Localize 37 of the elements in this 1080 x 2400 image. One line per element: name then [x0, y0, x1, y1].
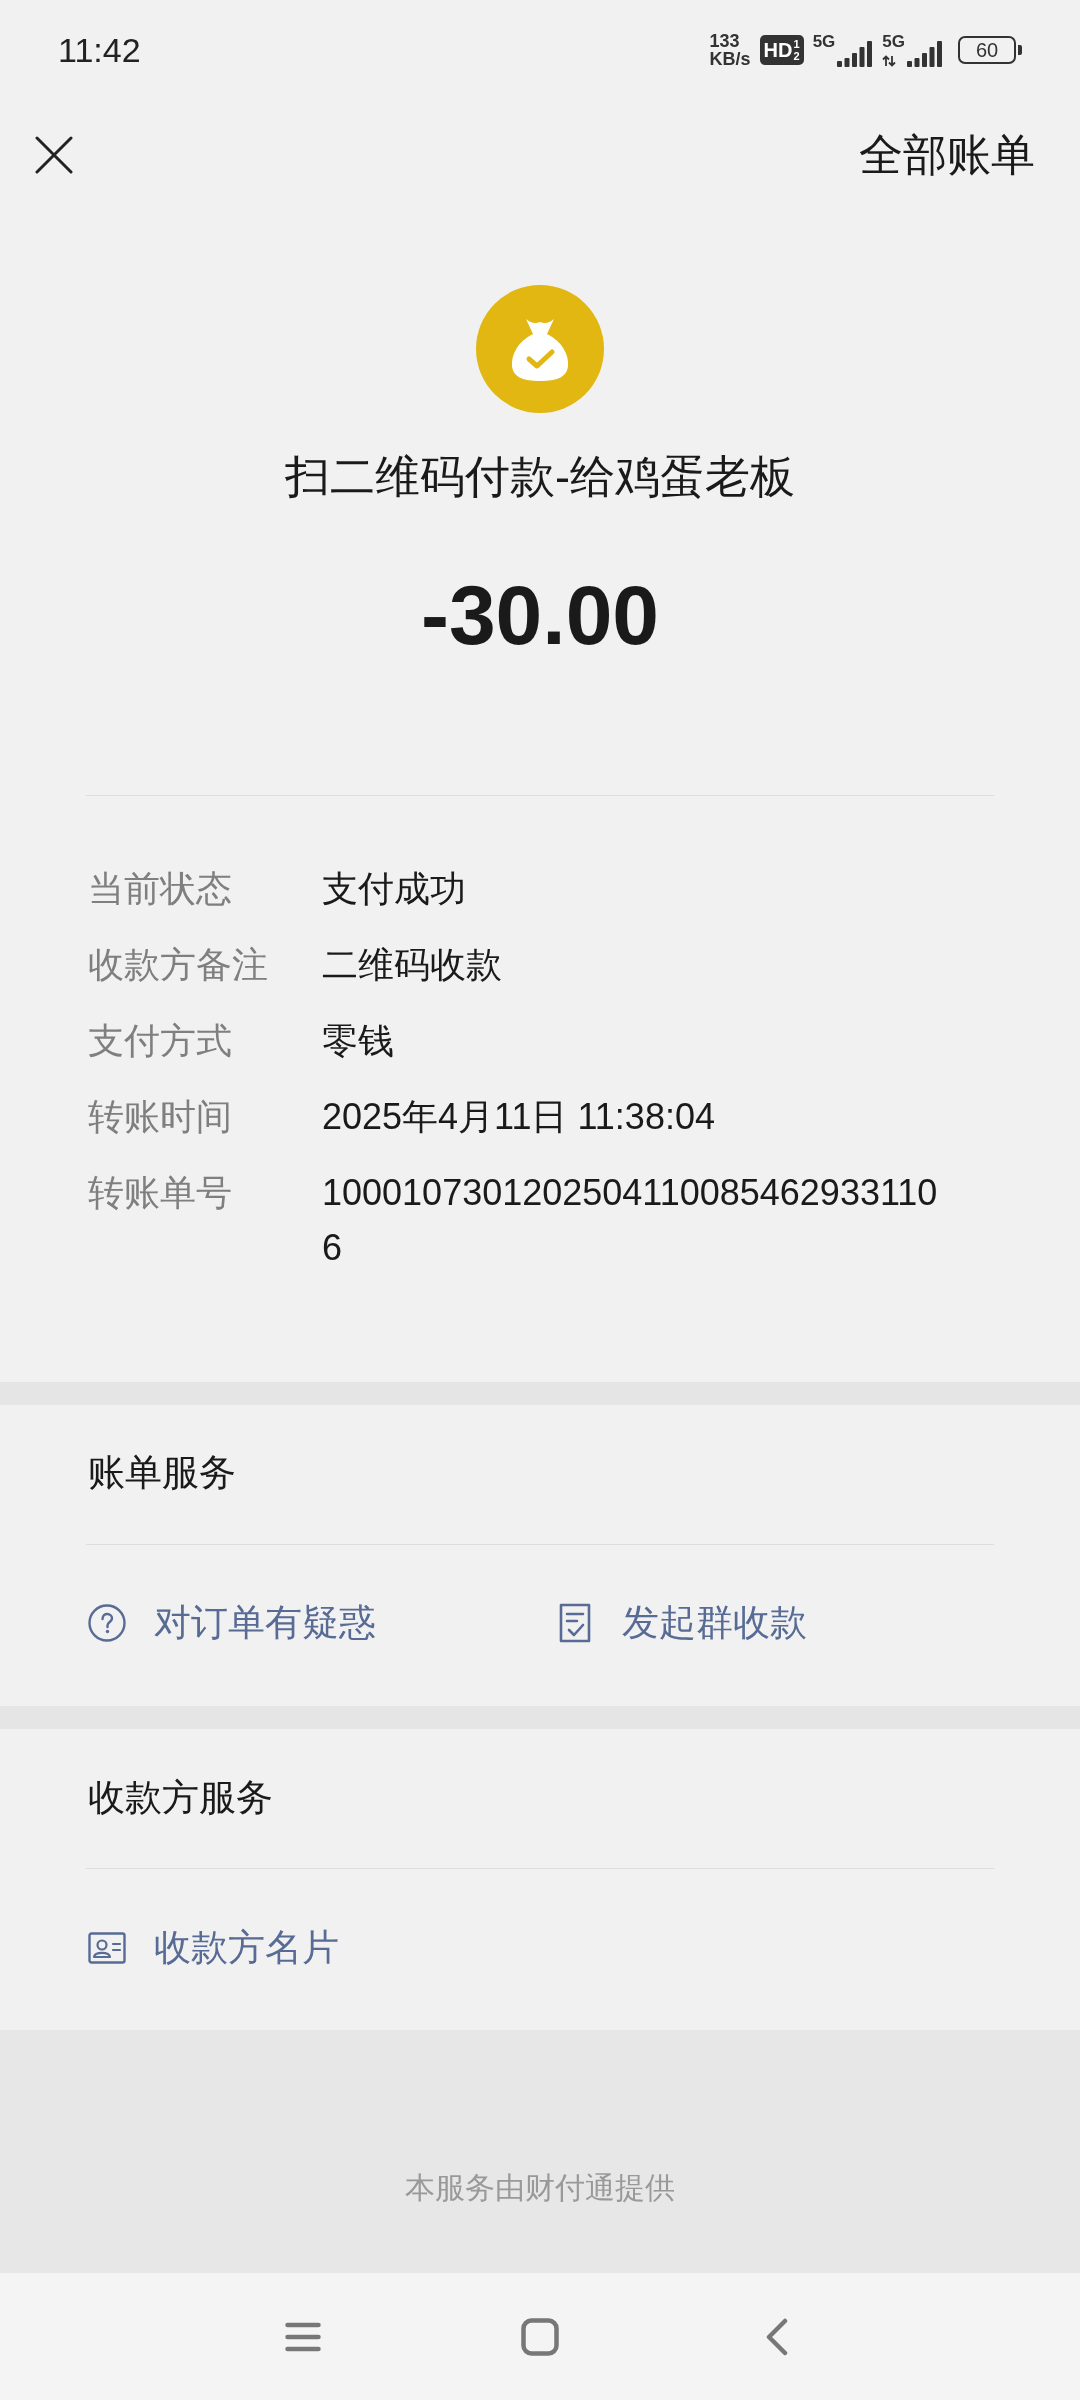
- home-icon: [521, 2317, 559, 2356]
- detail-value: 10001073012025041100854629331106: [322, 1171, 939, 1270]
- provider-note: 本服务由财付通提供: [405, 2170, 675, 2206]
- data-arrows-icon: [882, 55, 897, 67]
- menu-icon: [285, 2321, 321, 2352]
- detail-label: 收款方备注: [88, 943, 269, 987]
- signal-icon: [907, 41, 943, 67]
- signal-icon: [837, 41, 874, 67]
- speed-unit: KB/s: [709, 50, 751, 68]
- group-collection-link[interactable]: 发起群收款: [556, 1598, 807, 1648]
- home-button[interactable]: [520, 2316, 560, 2357]
- close-icon: [35, 136, 73, 174]
- network-speed: 133: [709, 32, 740, 50]
- payee-card-link[interactable]: 收款方名片: [88, 1923, 339, 1973]
- amount: -30.00: [420, 567, 660, 664]
- contact-card-icon: [88, 1932, 126, 1964]
- all-bills-link[interactable]: 全部账单: [859, 127, 1035, 183]
- help-icon: [88, 1604, 126, 1642]
- detail-label: 当前状态: [88, 867, 233, 911]
- section-heading: 收款方服务: [88, 1776, 273, 1820]
- network-type-label: 5G: [882, 33, 905, 50]
- detail-value: 零钱: [322, 1019, 394, 1063]
- detail-value: 支付成功: [322, 867, 466, 911]
- detail-value: 二维码收款: [322, 943, 502, 987]
- clock-time: 11:42: [58, 30, 141, 70]
- money-bag-icon: [476, 285, 604, 413]
- order-question-link[interactable]: 对订单有疑惑: [88, 1598, 376, 1648]
- detail-label: 支付方式: [88, 1019, 233, 1063]
- network-type-label: 5G: [812, 33, 836, 50]
- detail-label: 转账时间: [88, 1095, 233, 1139]
- detail-label: 转账单号: [88, 1171, 233, 1215]
- checklist-icon: [559, 1603, 591, 1643]
- battery-indicator: 60: [958, 36, 1022, 64]
- section-heading: 账单服务: [88, 1451, 236, 1495]
- back-icon: [766, 2317, 788, 2356]
- detail-value: 2025年4月11日 11:38:04: [322, 1095, 715, 1139]
- transaction-title: 扫二维码付款-给鸡蛋老板: [285, 450, 795, 504]
